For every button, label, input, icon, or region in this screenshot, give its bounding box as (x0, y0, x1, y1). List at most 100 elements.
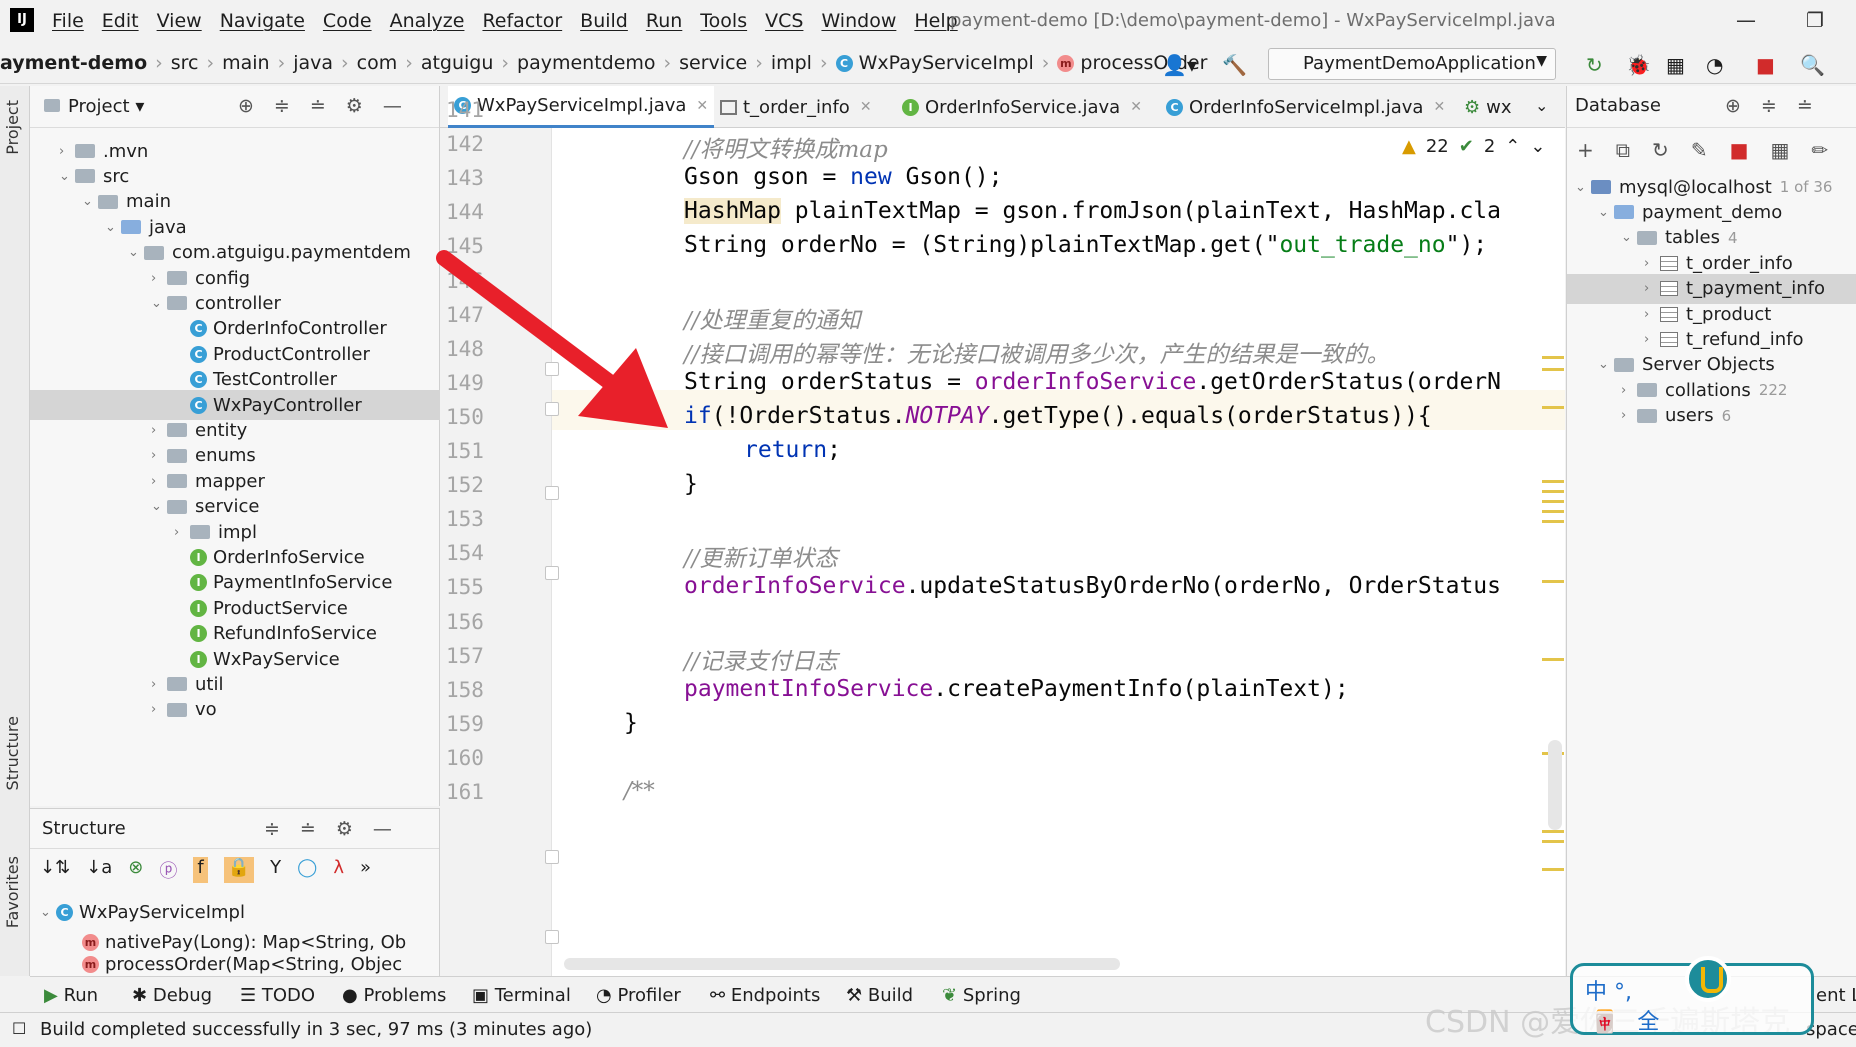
menu-refactor[interactable]: Refactor (482, 10, 562, 32)
menu-analyze[interactable]: Analyze (390, 10, 465, 32)
crumb-project[interactable]: ayment-demo (0, 52, 147, 74)
properties-icon[interactable]: ⓟ (159, 857, 177, 883)
crumb-atguigu[interactable]: atguigu (421, 52, 494, 74)
sort-visibility-icon[interactable]: ↓⇅ (40, 857, 70, 883)
chevron-right-icon[interactable]: › (151, 702, 167, 717)
expand-all-icon[interactable]: ≑ (1761, 95, 1777, 117)
search-everywhere-icon[interactable]: 🔍 (1800, 53, 1825, 77)
chevron-right-icon[interactable]: › (1644, 281, 1660, 296)
menu-code[interactable]: Code (323, 10, 372, 32)
crumb-java[interactable]: java (293, 52, 333, 74)
expand-all-icon[interactable]: ≑ (264, 818, 280, 840)
spring-tool-button[interactable]: ❦ Spring (942, 985, 1021, 1006)
database-tree-item[interactable]: › users 6 (1567, 401, 1856, 431)
fold-marker-icon[interactable] (545, 566, 559, 580)
scroll-marker[interactable] (1542, 658, 1564, 661)
collapse-all-icon[interactable]: ≐ (1797, 95, 1813, 117)
ime-toolbar[interactable]: 中 °, 🀄 全 (1570, 956, 1814, 1036)
project-panel-title[interactable]: Project ▾ (44, 96, 144, 117)
scroll-marker[interactable] (1542, 356, 1564, 359)
chevron-right-icon[interactable]: › (1644, 332, 1660, 347)
ime-width-label[interactable]: 🀄 全 (1591, 1004, 1665, 1036)
chevron-right-icon[interactable]: › (174, 525, 190, 540)
close-icon[interactable]: ✕ (1433, 99, 1445, 115)
copy-icon[interactable]: ⧉ (1616, 138, 1630, 162)
chevron-right-icon[interactable]: › (151, 448, 167, 463)
add-icon[interactable]: + (1577, 138, 1594, 162)
hide-icon[interactable]: — (383, 95, 402, 117)
problems-tool-button[interactable]: ● Problems (342, 985, 446, 1006)
chevron-right-icon[interactable]: › (151, 677, 167, 692)
project-tree-item[interactable]: › vo (30, 695, 440, 725)
chevron-right-icon[interactable]: › (59, 144, 75, 159)
chevron-down-icon[interactable]: ⌄ (1598, 205, 1614, 220)
debug-tool-button[interactable]: ✱ Debug (132, 985, 212, 1006)
chevron-down-icon[interactable]: ⌄ (151, 499, 167, 514)
chevron-right-icon[interactable]: › (1621, 408, 1637, 423)
scroll-marker[interactable] (1542, 580, 1564, 583)
close-icon[interactable]: ✕ (1130, 99, 1142, 115)
pencil-icon[interactable]: ✏ (1811, 138, 1828, 162)
structure-member-row[interactable]: m processOrder(Map<String, Objec (82, 953, 402, 975)
collapse-all-icon[interactable]: ≐ (310, 95, 326, 117)
tab-wx[interactable]: ⚙ wx (1464, 86, 1512, 128)
locate-icon[interactable]: ⊕ (238, 95, 254, 117)
profiler-icon[interactable]: ◔ (1706, 53, 1723, 77)
scroll-marker[interactable] (1542, 840, 1564, 843)
menu-vcs[interactable]: VCS (765, 10, 803, 32)
debug-icon[interactable]: 🐞 (1626, 53, 1651, 77)
inspection-widget[interactable]: ▲ 22 ✔ 2 ⌃ ⌄ (1402, 136, 1545, 157)
scroll-marker[interactable] (1542, 520, 1564, 523)
lambda-circle-icon[interactable]: ◯ (297, 857, 317, 883)
chevron-right-icon[interactable]: › (1644, 307, 1660, 322)
edit-icon[interactable]: ✎ (1691, 138, 1708, 162)
fold-marker-icon[interactable] (545, 486, 559, 500)
lambda-icon[interactable]: λ (333, 857, 344, 883)
crumb-main[interactable]: main (222, 52, 269, 74)
scroll-marker[interactable] (1542, 510, 1564, 513)
menu-edit[interactable]: Edit (102, 10, 139, 32)
menu-view[interactable]: View (157, 10, 202, 32)
crumb-paymentdemo[interactable]: paymentdemo (517, 52, 656, 74)
sort-alpha-icon[interactable]: ↓a (86, 857, 112, 883)
inherited-icon[interactable]: ⊗ (128, 857, 143, 883)
user-icon[interactable]: 👤▾ (1162, 53, 1197, 77)
expand-all-icon[interactable]: ≑ (274, 95, 290, 117)
scroll-marker[interactable] (1542, 480, 1564, 483)
editor-scrollbar-thumb[interactable] (1548, 740, 1562, 830)
menu-file[interactable]: File (52, 10, 84, 32)
menu-window[interactable]: Window (821, 10, 896, 32)
todo-tool-button[interactable]: ☰ TODO (240, 985, 315, 1006)
more-icon[interactable]: » (360, 857, 371, 883)
chevron-right-icon[interactable]: › (151, 474, 167, 489)
status-toggle-icon[interactable]: ☐ (12, 1019, 26, 1038)
rerun-icon[interactable]: ↻ (1586, 53, 1603, 77)
run-tool-button[interactable]: ▶ Run (44, 985, 98, 1006)
crumb-class[interactable]: WxPayServiceImpl (859, 52, 1034, 74)
build-hammer-icon[interactable]: 🔨 (1222, 53, 1247, 77)
ime-mode-label[interactable]: 中 °, (1585, 974, 1632, 1006)
menu-navigate[interactable]: Navigate (220, 10, 305, 32)
gear-icon[interactable]: ⚙ (336, 818, 353, 840)
fold-marker-icon[interactable] (545, 850, 559, 864)
project-tool-tab[interactable]: Project (3, 100, 22, 155)
endpoints-tool-button[interactable]: ⚯ Endpoints (710, 985, 820, 1006)
scroll-marker[interactable] (1542, 368, 1564, 371)
stop-icon[interactable]: ■ (1756, 53, 1775, 77)
chevron-down-icon[interactable]: ⌄ (105, 220, 121, 235)
tab-orderinfoserviceimpl[interactable]: C OrderInfoServiceImpl.java ✕ (1166, 86, 1445, 128)
scroll-marker[interactable] (1542, 406, 1564, 409)
chevron-down-icon[interactable]: ⌄ (82, 194, 98, 209)
scroll-marker[interactable] (1542, 490, 1564, 493)
minimize-icon[interactable]: — (1736, 8, 1756, 32)
chevron-right-icon[interactable]: › (1621, 383, 1637, 398)
close-icon[interactable]: ✕ (696, 98, 708, 114)
crumb-src[interactable]: src (171, 52, 199, 74)
non-public-icon[interactable]: 🔒 (223, 857, 255, 883)
horizontal-scrollbar-thumb[interactable] (564, 958, 1120, 970)
close-icon[interactable]: ✕ (860, 99, 872, 115)
event-log-tool-button[interactable]: ent Lo (1816, 985, 1856, 1006)
menu-build[interactable]: Build (580, 10, 628, 32)
stop-icon[interactable]: ■ (1730, 138, 1749, 162)
locate-icon[interactable]: ⊕ (1725, 95, 1741, 117)
